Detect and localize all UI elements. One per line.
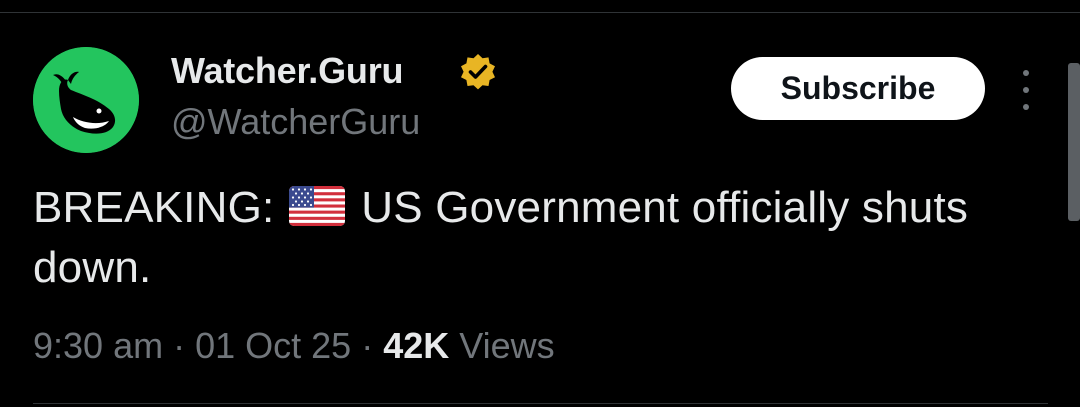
handle[interactable]: @WatcherGuru bbox=[171, 101, 420, 143]
meta-separator: · bbox=[173, 325, 186, 366]
vertical-ellipsis-icon[interactable] bbox=[1012, 70, 1040, 110]
more-dot bbox=[1023, 70, 1029, 76]
tweet-text-prefix: BREAKING: bbox=[33, 183, 275, 232]
more-dot bbox=[1023, 87, 1029, 93]
timestamp-time[interactable]: 9:30 am bbox=[33, 325, 163, 366]
views-label: Views bbox=[459, 325, 555, 366]
avatar[interactable] bbox=[33, 47, 139, 153]
views-count: 42K bbox=[383, 325, 450, 366]
whale-logo-icon bbox=[33, 47, 139, 153]
us-flag-icon bbox=[288, 186, 345, 226]
subscribe-button[interactable]: Subscribe bbox=[731, 57, 985, 120]
tweet-meta: 9:30 am · 01 Oct 25 · 42K Views bbox=[33, 325, 555, 367]
verified-badge-icon[interactable] bbox=[458, 52, 498, 92]
top-divider bbox=[0, 12, 1080, 13]
timestamp-date[interactable]: 01 Oct 25 bbox=[195, 325, 351, 366]
meta-separator: · bbox=[361, 325, 374, 366]
more-dot bbox=[1023, 104, 1029, 110]
scrollbar[interactable] bbox=[1068, 63, 1080, 221]
tweet-text: BREAKING: US Government officially shuts… bbox=[33, 178, 1033, 298]
display-name[interactable]: Watcher.Guru bbox=[171, 50, 404, 92]
bottom-divider bbox=[33, 403, 1048, 404]
